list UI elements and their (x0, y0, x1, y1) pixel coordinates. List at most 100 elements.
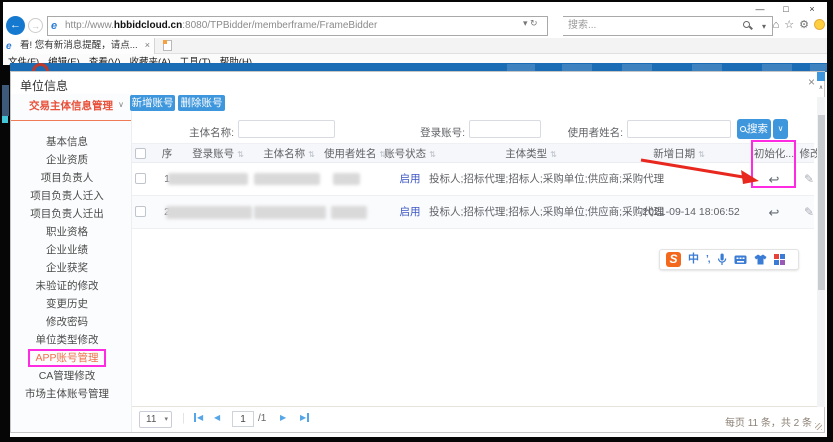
address-bar-tools[interactable]: ▾ ↻ (523, 18, 538, 29)
new-tab-button[interactable] (163, 40, 172, 51)
sogou-ime-toolbar[interactable]: S 中 ’, (659, 249, 799, 270)
skin-shirt-icon[interactable] (754, 254, 767, 265)
search-placeholder: 搜索... (568, 20, 596, 31)
redacted-login-account (168, 173, 248, 185)
window-controls: — □ × (747, 3, 825, 15)
row-checkbox[interactable] (135, 173, 146, 184)
sidebar-item-change-password[interactable]: 修改密码 (11, 313, 123, 331)
sidebar-underline (11, 120, 131, 121)
add-account-button[interactable]: 新增账号 (130, 95, 175, 111)
tab-bar: e 看! 您有新消息提醒，请点... × (3, 38, 827, 54)
sort-icon: ⇅ (237, 150, 244, 159)
tab-favicon: e (6, 39, 12, 54)
browser-window: — □ × ← → ehttp://www.hbbidcloud.cn:8080… (3, 2, 827, 63)
desktop-notch (2, 85, 9, 116)
redacted-login-account (166, 206, 252, 219)
col-login[interactable]: 登录账号 ⇅ (178, 144, 258, 164)
ime-mode-icon[interactable]: 中 (688, 252, 699, 267)
col-type[interactable]: 主体类型 ⇅ (491, 144, 571, 164)
refresh-icon: ↻ (530, 18, 538, 28)
edit-pencil-icon[interactable]: ✎ (799, 163, 819, 196)
sogou-logo-icon[interactable]: S (666, 252, 681, 267)
web-page: 单位信息 × 交易主体信息管理 ∨ 基本信息 企业资质 项目负责人 项目负责人迁… (10, 63, 827, 437)
redacted-subject-name (254, 206, 326, 219)
search-icon[interactable] (743, 21, 750, 28)
ime-more-grid-icon[interactable] (774, 254, 785, 265)
sidebar-item-pm-move-in[interactable]: 项目负责人迁入 (11, 187, 123, 205)
sidebar-item-unit-type-change[interactable]: 单位类型修改 (11, 331, 123, 349)
sidebar-item-pm-move-out[interactable]: 项目负责人迁出 (11, 205, 123, 223)
feedback-smiley-icon[interactable] (814, 19, 825, 30)
favorites-icon[interactable]: ☆ (784, 18, 794, 31)
close-window-button[interactable]: × (799, 3, 825, 15)
next-page-button[interactable]: ▶ (280, 413, 286, 422)
browser-search-input[interactable]: 搜索... ▾ (563, 16, 773, 36)
last-page-button[interactable]: ▶ (300, 413, 309, 422)
dialog-close-icon[interactable]: × (808, 75, 815, 89)
page-size-select[interactable]: 11▾ (139, 411, 172, 428)
sidebar: 交易主体信息管理 ∨ 基本信息 企业资质 项目负责人 项目负责人迁入 项目负责人… (11, 94, 132, 432)
search-dropdown-icon[interactable]: ▾ (762, 18, 766, 36)
init-reset-icon[interactable]: ↩ (759, 196, 789, 229)
search-icon (740, 126, 746, 132)
sidebar-item-basic-info[interactable]: 基本信息 (11, 133, 123, 151)
subject-name-input[interactable] (238, 120, 335, 138)
scroll-up-icon[interactable]: ∧ (817, 84, 825, 91)
sidebar-item-app-account-mgmt[interactable]: APP账号管理 (11, 349, 123, 367)
sidebar-item-professional-qual[interactable]: 职业资格 (11, 223, 123, 241)
sidebar-item-ca-mgmt-change[interactable]: CA管理修改 (11, 367, 123, 385)
user-name-input[interactable] (627, 120, 731, 138)
sidebar-item-awards[interactable]: 企业获奖 (11, 259, 123, 277)
url-path: :8080/TPBidder/memberframe/FrameBidder (182, 20, 377, 31)
record-count-summary: 每页 11 条，共 2 条 (725, 414, 812, 429)
search-button[interactable]: 搜索 (737, 119, 771, 139)
sidebar-item-unverified-changes[interactable]: 未验证的修改 (11, 277, 123, 295)
dialog-title: 单位信息 (20, 77, 68, 94)
subject-name-label: 主体名称: (152, 125, 234, 140)
url-dropdown-icon: ▾ (523, 18, 528, 28)
home-icon[interactable]: ⌂ (773, 19, 780, 31)
sidebar-item-market-subject-account[interactable]: 市场主体账号管理 (11, 385, 123, 403)
sidebar-item-performance[interactable]: 企业业绩 (11, 241, 123, 259)
sidebar-item-change-history[interactable]: 变更历史 (11, 295, 123, 313)
login-account-input[interactable] (469, 120, 541, 138)
back-button[interactable]: ← (6, 16, 25, 35)
dropdown-icon: ▾ (164, 412, 168, 427)
browser-tab[interactable]: e 看! 您有新消息提醒，请点... × (3, 38, 155, 54)
minimize-button[interactable]: — (747, 3, 773, 15)
user-name-label: 使用者姓名: (546, 125, 623, 140)
search-more-button[interactable]: ∨ (773, 119, 788, 139)
forward-button[interactable]: → (28, 18, 43, 33)
select-all-checkbox[interactable] (135, 148, 146, 159)
redacted-user-name (331, 206, 367, 219)
microphone-icon[interactable] (717, 253, 727, 266)
subject-type-cell: 投标人;招标代理;招标人;采购单位;供应商;采购代理 (429, 196, 664, 229)
url-prefix: http://www. (65, 20, 114, 31)
settings-gear-icon[interactable]: ⚙ (799, 18, 809, 31)
sort-icon: ⇅ (429, 150, 436, 159)
app-account-highlight-box: APP账号管理 (28, 349, 105, 367)
ime-punctuation-icon[interactable]: ’, (706, 252, 710, 267)
navigation-bar: ← → ehttp://www.hbbidcloud.cn:8080/TPBid… (3, 15, 827, 37)
sidebar-item-qualification[interactable]: 企业资质 (11, 151, 123, 169)
prev-page-button[interactable]: ◀ (214, 413, 220, 422)
sidebar-item-project-manager[interactable]: 项目负责人 (11, 169, 123, 187)
scrollbar-thumb[interactable] (818, 115, 825, 290)
col-status[interactable]: 账号状态 ⇅ (371, 144, 449, 164)
url-domain: hbbidcloud.cn (114, 20, 182, 31)
address-bar[interactable]: ehttp://www.hbbidcloud.cn:8080/TPBidder/… (47, 16, 548, 36)
main-content: 新增账号 删除账号 主体名称: 登录账号: 使用者姓名: 搜索 ∨ 序 登录账号… (132, 94, 824, 432)
tab-close-icon[interactable]: × (145, 38, 150, 53)
edit-pencil-icon[interactable]: ✎ (799, 196, 819, 229)
desktop-notch (2, 116, 8, 123)
delete-account-button[interactable]: 删除账号 (178, 95, 225, 111)
sort-icon: ⇅ (550, 150, 557, 159)
maximize-button[interactable]: □ (773, 3, 799, 15)
first-page-button[interactable]: ◀ (194, 413, 203, 422)
keyboard-icon[interactable] (734, 255, 747, 265)
pagination-bar: 11▾ | ◀ ◀ 1 /1 ▶ ▶ 每页 11 条，共 2 条 (132, 406, 824, 432)
row-checkbox[interactable] (135, 206, 146, 217)
sidebar-header[interactable]: 交易主体信息管理 (11, 98, 131, 113)
page-number-input[interactable]: 1 (232, 411, 254, 427)
scrollbar[interactable]: ∧ (817, 97, 825, 407)
